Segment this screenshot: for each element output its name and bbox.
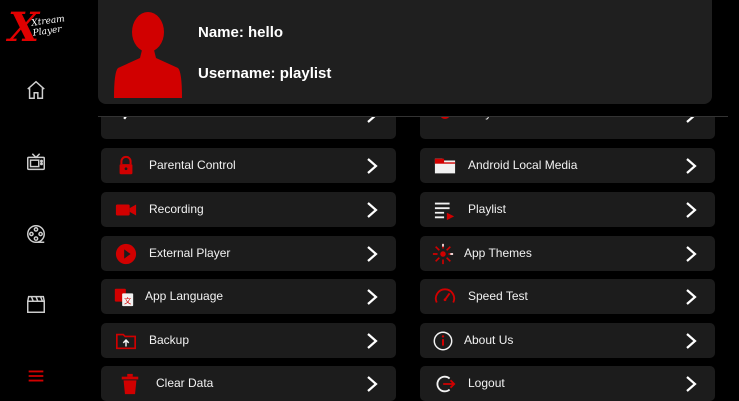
app-themes-item[interactable]: App Themes (420, 236, 715, 271)
profile-username: Username: playlist (198, 65, 332, 82)
playlist-icon (434, 199, 456, 221)
recording-label: Recording (149, 202, 204, 216)
film-reel-icon[interactable] (22, 220, 50, 248)
clapperboard-icon[interactable] (22, 290, 50, 318)
app-themes-label: App Themes (464, 246, 532, 260)
chevron-right-icon (685, 157, 697, 175)
playlist-label: Playlist (468, 202, 507, 216)
backup-item[interactable]: Backup (101, 323, 396, 358)
clear-data-label: Clear Data (156, 376, 214, 390)
parental-control-item[interactable]: Parental Control (101, 148, 396, 183)
profile-name: Name: hello (198, 24, 284, 41)
playlist-item[interactable]: Playlist (420, 192, 715, 227)
chevron-right-icon (685, 288, 697, 306)
home-icon[interactable] (22, 76, 50, 104)
external-player-label: External Player (149, 246, 231, 260)
chevron-right-icon (366, 157, 378, 175)
backup-icon (115, 330, 137, 352)
logout-icon (434, 373, 456, 395)
play-circle-icon (115, 243, 137, 265)
menu-icon[interactable] (22, 362, 50, 390)
chevron-right-icon (366, 375, 378, 393)
parental-control-label: Parental Control (149, 158, 236, 172)
speed-test-item[interactable]: Speed Test (420, 279, 715, 314)
divider (98, 116, 728, 117)
profile-card: Name: hello Username: playlist (98, 0, 712, 104)
logout-item[interactable]: Logout (420, 366, 715, 401)
clear-data-item[interactable]: Clear Data (101, 366, 396, 401)
logo-text: Xtream Player (30, 14, 66, 39)
recording-item[interactable]: Recording (101, 192, 396, 227)
android-local-media-item[interactable]: Android Local Media (420, 148, 715, 183)
chevron-right-icon (366, 245, 378, 263)
android-local-media-label: Android Local Media (468, 158, 578, 172)
chevron-right-icon (366, 201, 378, 219)
trash-icon (119, 373, 141, 395)
language-icon: 文 (113, 286, 135, 308)
chevron-right-icon (685, 332, 697, 350)
speedometer-icon (434, 286, 456, 308)
chevron-right-icon (685, 201, 697, 219)
backup-label: Backup (149, 333, 190, 347)
svg-text:文: 文 (124, 296, 132, 305)
themes-icon (432, 243, 454, 265)
chevron-right-icon (366, 288, 378, 306)
chevron-right-icon (685, 375, 697, 393)
info-icon (432, 330, 454, 352)
folder-icon (434, 155, 456, 177)
app-language-item[interactable]: 文 App Language (101, 279, 396, 314)
tv-icon[interactable] (22, 148, 50, 176)
lock-icon (115, 155, 137, 177)
sidebar: X Xtream Player (0, 0, 72, 400)
chevron-right-icon (685, 245, 697, 263)
avatar-icon (112, 8, 184, 98)
external-player-item[interactable]: External Player (101, 236, 396, 271)
about-us-label: About Us (464, 333, 514, 347)
video-camera-icon (115, 199, 137, 221)
about-us-item[interactable]: About Us (420, 323, 715, 358)
speed-test-label: Speed Test (468, 289, 528, 303)
chevron-right-icon (366, 332, 378, 350)
logout-label: Logout (468, 376, 505, 390)
app-logo: X Xtream Player (6, 6, 72, 52)
app-language-label: App Language (145, 289, 224, 303)
